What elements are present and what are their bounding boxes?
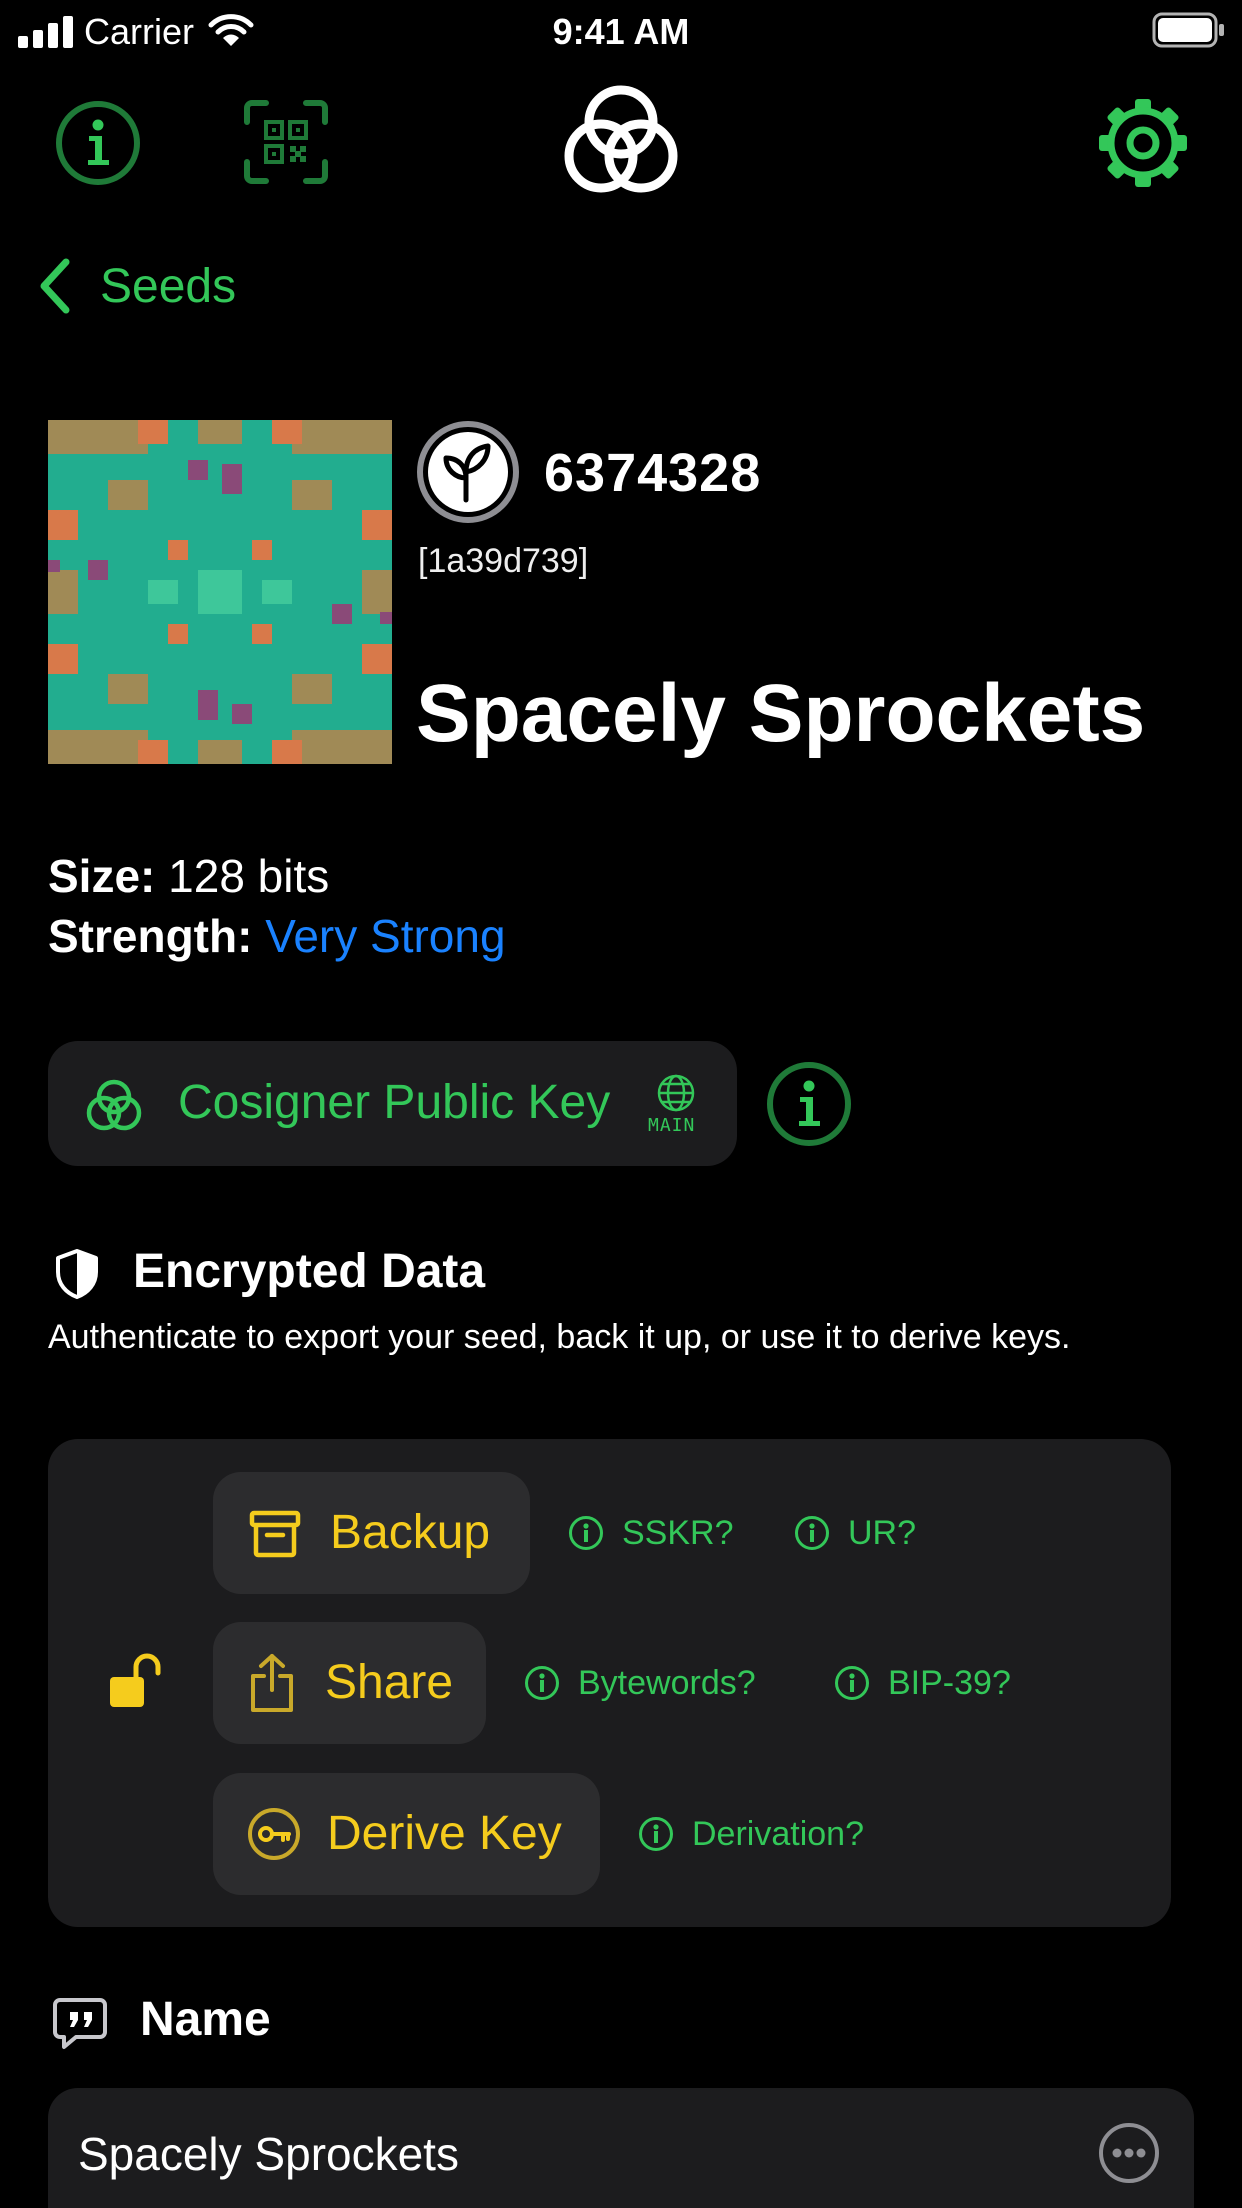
share-button[interactable]: Share [213,1622,486,1744]
derivation-help-label: Derivation? [692,1815,864,1853]
info-icon [569,1516,603,1550]
sskr-help-link[interactable]: SSKR? [568,1511,734,1555]
sskr-help-label: SSKR? [622,1514,734,1552]
strength-row: Strength: Very Strong [48,906,506,966]
shield-icon [56,1249,98,1299]
info-icon [639,1817,673,1851]
qr-scan-button[interactable] [244,100,328,184]
size-row: Size: 128 bits [48,846,329,906]
settings-button[interactable] [1097,97,1189,189]
info-icon [767,1062,851,1146]
strength-value: Very Strong [265,910,506,962]
cosigner-info-button[interactable] [766,1061,852,1147]
cosigner-public-key-button[interactable]: Cosigner Public Key MAIN [48,1041,737,1166]
cosigner-logo-icon [86,1079,142,1131]
size-value: 128 bits [168,850,330,902]
name-section-title: Name [140,1993,271,2046]
strength-label: Strength: [48,910,253,962]
share-icon [251,1654,293,1712]
sprout-icon [417,421,519,523]
share-label: Share [325,1656,454,1709]
battery-icon [1152,12,1224,48]
bip39-help-label: BIP-39? [888,1664,1011,1702]
seed-number: 6374328 [544,443,762,503]
ur-help-label: UR? [848,1514,917,1552]
app-logo [561,80,681,200]
chevron-left-icon [40,258,70,314]
seed-badge [416,420,520,524]
info-icon [525,1666,559,1700]
seed-name-title: Spacely Sprockets [416,668,1146,759]
backup-button[interactable]: Backup [213,1472,530,1594]
bytewords-help-label: Bytewords? [578,1664,756,1702]
derive-key-button[interactable]: Derive Key [213,1773,600,1895]
archive-box-icon [249,1510,301,1558]
quote-bubble-icon [53,1998,107,2049]
ur-help-link[interactable]: UR? [794,1511,916,1555]
info-icon [56,101,140,185]
bytewords-help-link[interactable]: Bytewords? [524,1661,756,1705]
name-field[interactable]: Spacely Sprockets [48,2088,1194,2208]
seed-fingerprint: [1a39d739] [418,542,589,580]
logo-icon [564,85,678,193]
status-time: 9:41 AM [552,11,690,52]
size-label: Size: [48,850,156,902]
name-field-value[interactable]: Spacely Sprockets [78,2124,459,2184]
lifehash-image [48,420,392,764]
globe-icon [657,1074,695,1112]
info-icon [795,1516,829,1550]
cosigner-label: Cosigner Public Key [178,1076,611,1129]
seed-identicon [48,420,392,764]
derivation-help-link[interactable]: Derivation? [638,1812,864,1856]
encrypted-data-description: Authenticate to export your seed, back i… [48,1318,1071,1356]
bip39-help-link[interactable]: BIP-39? [834,1661,1011,1705]
info-button[interactable] [55,100,141,186]
unlocked-icon [110,1653,161,1707]
derive-key-label: Derive Key [327,1807,562,1860]
encrypted-data-title: Encrypted Data [133,1245,486,1298]
network-tag: MAIN [648,1115,696,1136]
status-bar: Carrier 9:41 AM [0,0,1242,62]
qr-code-icon [244,100,328,184]
info-icon [835,1666,869,1700]
more-options-icon[interactable] [1098,2122,1160,2184]
backup-label: Backup [330,1506,491,1559]
gear-icon [1099,99,1187,187]
back-label[interactable]: Seeds [100,252,236,322]
key-icon [248,1808,300,1860]
encrypted-data-panel: Backup SSKR? UR? Share Bytewords? BIP-39… [48,1439,1171,1927]
